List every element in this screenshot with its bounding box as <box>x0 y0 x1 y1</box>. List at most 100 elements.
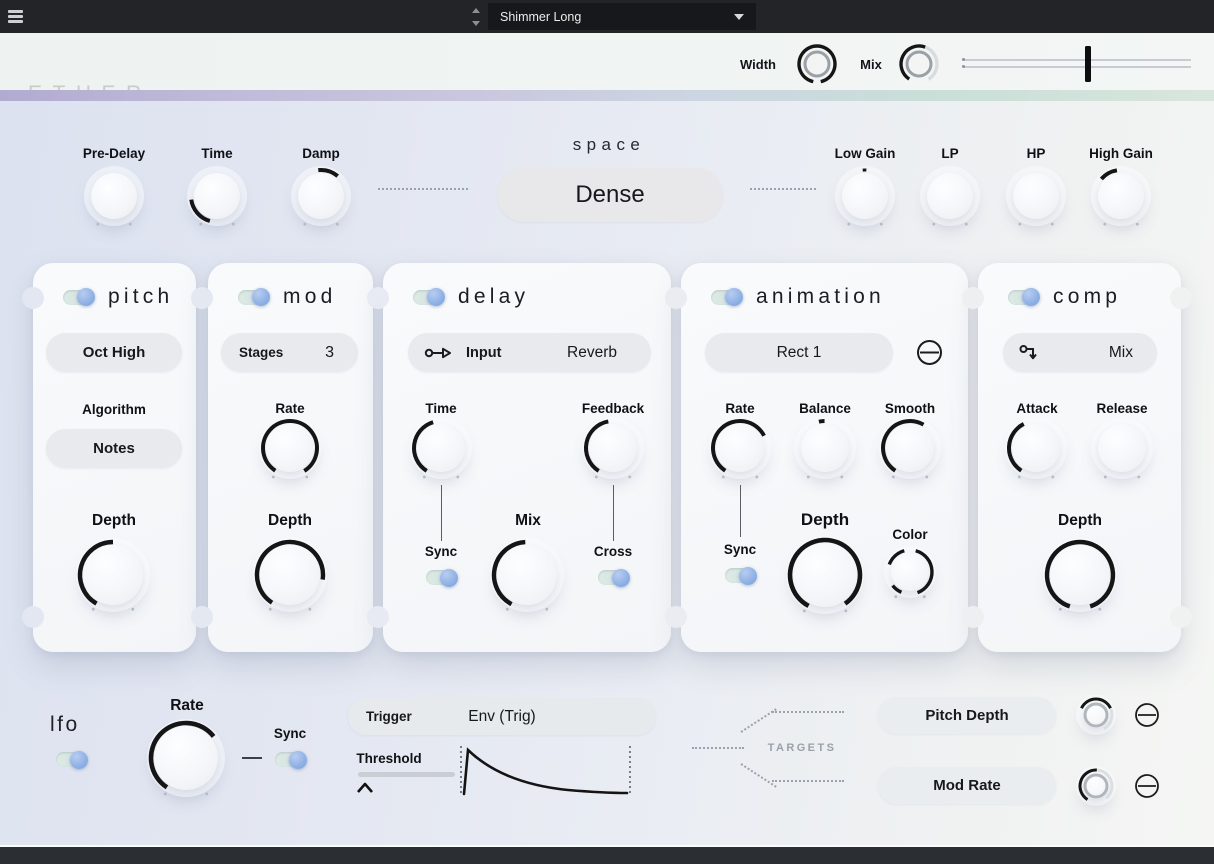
anim-sync-toggle[interactable] <box>725 568 755 583</box>
mod-card: mod Stages 3 Rate Depth <box>208 263 373 652</box>
threshold-slider[interactable] <box>358 772 455 777</box>
sidechain-routing-icon <box>1019 344 1041 362</box>
preset-next-icon[interactable] <box>472 21 480 26</box>
comp-card-title: comp <box>1053 285 1121 309</box>
feedback-knob[interactable] <box>575 410 651 486</box>
delay-input-selector[interactable]: Input Reverb <box>408 333 651 372</box>
threshold-label: Threshold <box>356 751 421 766</box>
mix-label: Mix <box>860 57 882 72</box>
lp-knob[interactable] <box>913 159 987 233</box>
delay-mix-label: Mix <box>515 512 541 530</box>
algorithm-selector[interactable]: Notes <box>46 429 182 468</box>
lfo-sync-label: Sync <box>274 726 306 741</box>
preset-selector[interactable]: Shimmer Long <box>488 3 756 30</box>
anim-rate-knob[interactable] <box>702 410 778 486</box>
pitch-mode-selector[interactable]: Oct High <box>46 333 182 372</box>
highgain-knob[interactable] <box>1084 159 1158 233</box>
stages-selector[interactable]: Stages 3 <box>221 333 358 372</box>
time-knob[interactable] <box>180 159 254 233</box>
pitch-card: pitch Oct High Algorithm Notes Depth <box>33 263 196 652</box>
rate-sync-connector <box>740 485 741 537</box>
comp-mode-selector[interactable]: Mix <box>1003 333 1157 372</box>
mix-knob[interactable] <box>890 35 948 93</box>
card-notch <box>962 287 984 309</box>
titlebar: Shimmer Long <box>0 0 1214 33</box>
mod-depth-label: Depth <box>268 512 312 530</box>
pitch-depth-label: Depth <box>92 512 136 530</box>
rate-sync-dash <box>242 757 262 759</box>
card-notch <box>665 287 687 309</box>
color-knob[interactable] <box>877 539 943 605</box>
animation-card-title: animation <box>756 285 885 309</box>
pitch-depth-knob[interactable] <box>69 531 157 619</box>
lfo-rate-knob[interactable] <box>140 712 232 804</box>
comp-enable-toggle[interactable] <box>1008 290 1038 305</box>
target-pitch-depth-knob[interactable] <box>1069 688 1123 742</box>
delay-card-title: delay <box>458 285 529 309</box>
width-knob[interactable] <box>788 35 846 93</box>
mod-depth-knob[interactable] <box>246 531 334 619</box>
lowgain-knob[interactable] <box>828 159 902 233</box>
bottom-bar <box>0 845 1214 864</box>
preset-name: Shimmer Long <box>500 10 581 24</box>
menu-icon[interactable] <box>8 8 26 25</box>
pitch-enable-toggle[interactable] <box>63 290 93 305</box>
card-notch <box>22 606 44 628</box>
card-notch <box>962 606 984 628</box>
delay-mix-knob[interactable] <box>483 531 571 619</box>
plugin-window: Shimmer Long ETHER Width Mix Pre-Delay T… <box>0 0 1214 864</box>
trigger-value: Env (Trig) <box>348 708 656 726</box>
animation-bypass-icon[interactable] <box>916 339 943 366</box>
pitch-card-title: pitch <box>108 285 173 309</box>
targets-dotted-top <box>772 711 844 713</box>
trigger-selector[interactable]: Trigger Env (Trig) <box>348 698 656 735</box>
space-mode-selector[interactable]: Dense <box>497 168 723 222</box>
cross-label: Cross <box>594 544 632 559</box>
mod-enable-toggle[interactable] <box>238 290 268 305</box>
lfo-sync-toggle[interactable] <box>275 752 305 767</box>
threshold-caret-icon[interactable] <box>356 781 374 794</box>
mod-rate-knob[interactable] <box>252 410 328 486</box>
delay-time-knob[interactable] <box>403 410 479 486</box>
card-notch <box>1170 606 1192 628</box>
lfo-title: lfo <box>50 713 80 737</box>
lfo-enable-toggle[interactable] <box>56 752 86 767</box>
pitch-mode-value: Oct High <box>83 344 146 361</box>
mod-card-title: mod <box>283 285 336 309</box>
smooth-knob[interactable] <box>872 410 948 486</box>
algorithm-label: Algorithm <box>82 402 146 417</box>
target-slot-mod-rate[interactable]: Mod Rate <box>878 767 1056 804</box>
delay-sync-toggle[interactable] <box>426 570 456 585</box>
attack-knob[interactable] <box>998 410 1074 486</box>
output-slider-handle[interactable] <box>1085 46 1091 82</box>
card-notch <box>1170 287 1192 309</box>
target-mod-rate-bypass-icon[interactable] <box>1134 773 1160 799</box>
target-pitch-depth-bypass-icon[interactable] <box>1134 702 1160 728</box>
target-mod-rate-knob[interactable] <box>1069 759 1123 813</box>
comp-depth-knob[interactable] <box>1036 531 1124 619</box>
hp-knob[interactable] <box>999 159 1073 233</box>
routing-input-icon <box>424 345 454 361</box>
target-slot-pitch-depth[interactable]: Pitch Depth <box>878 697 1056 734</box>
output-slider[interactable] <box>963 48 1191 80</box>
delay-input-label: Input <box>466 345 501 361</box>
animation-shape-selector[interactable]: Rect 1 <box>705 333 893 372</box>
cross-toggle[interactable] <box>598 570 628 585</box>
preset-prev-icon[interactable] <box>472 8 480 13</box>
release-knob[interactable] <box>1084 410 1160 486</box>
target-pitch-depth-label: Pitch Depth <box>925 707 1008 724</box>
width-label: Width <box>740 57 776 72</box>
comp-mode-value: Mix <box>1109 344 1133 362</box>
predelay-knob[interactable] <box>77 159 151 233</box>
damp-knob[interactable] <box>284 159 358 233</box>
space-title: space <box>573 135 646 155</box>
dotted-connector-left <box>378 188 468 190</box>
stages-label: Stages <box>239 345 283 360</box>
animation-enable-toggle[interactable] <box>711 290 741 305</box>
targets-dotted-stem <box>692 747 744 749</box>
delay-enable-toggle[interactable] <box>413 290 443 305</box>
preset-stepper[interactable] <box>470 6 482 28</box>
balance-knob[interactable] <box>787 410 863 486</box>
anim-depth-knob[interactable] <box>779 529 871 621</box>
card-notch <box>191 606 213 628</box>
